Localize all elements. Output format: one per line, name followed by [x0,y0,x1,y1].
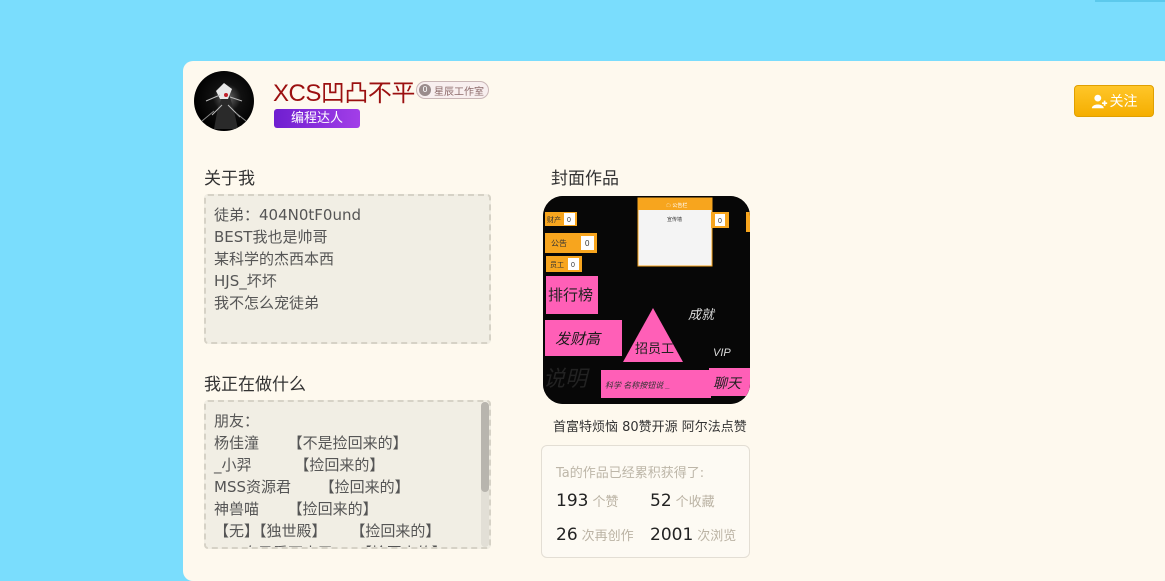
doing-title: 我正在做什么 [204,375,306,395]
studio-name: 星辰工作室 [434,86,484,98]
doing-scrollbar[interactable] [481,402,489,547]
cover-art: 财产 0 公告 0 员工 0 ☁ 公告栏 宣传墙 0 排行榜 发财高 招员工 成… [543,196,750,404]
username: XCS凹凸不平 [273,80,415,107]
stat-views-unit: 次浏览 [697,529,737,544]
stat-remixes: 26 次再创作 [556,525,634,545]
stat-favorites: 52 个收藏 [650,491,715,511]
tag-right-val: 0 [718,218,722,225]
bottom-note: 科学 名称按钮说 _ [605,381,670,390]
stat-likes-unit: 个赞 [592,495,619,510]
tag-money: 财产 [547,215,561,224]
chat-label: 聊天 [713,375,743,391]
explain-label: 说明 [543,366,590,391]
cover-work-thumbnail[interactable]: 财产 0 公告 0 员工 0 ☁ 公告栏 宣传墙 0 排行榜 发财高 招员工 成… [543,196,750,404]
about-title: 关于我 [204,169,255,189]
stat-likes-num: 193 [556,491,589,511]
avatar[interactable] [194,71,254,131]
studio-badge[interactable]: 0 星辰工作室 [416,81,489,99]
about-textbox[interactable]: 徒弟：404N0tF0und BEST我也是帅哥 某科学的杰西本西 HJS_坏坏… [204,194,491,344]
doing-scrollbar-thumb[interactable] [481,402,489,492]
vip-label: VIP [713,347,731,359]
stat-likes: 193 个赞 [556,491,618,511]
follow-button[interactable]: 关注 [1074,85,1154,117]
role-tag: 编程达人 [274,109,360,128]
stats-heading: Ta的作品已经累积获得了: [556,466,705,481]
top-bar-edge [1095,0,1165,2]
rank-label: 排行榜 [548,287,593,304]
stat-remixes-num: 26 [556,525,578,545]
tag-staff: 员工 [550,261,564,269]
avatar-image [201,83,247,129]
tag-notice: 公告 [551,238,567,248]
doing-textbox[interactable]: 朋友： 杨佳潼 【不是捡回来的】 _小羿 【捡回来的】 MSS资源君 【捡回来的… [204,400,491,549]
get-rich-label: 发财高 [555,331,602,348]
stat-views-num: 2001 [650,525,694,545]
panel-title: ☁ 公告栏 [666,202,687,209]
panel-text: 宣传墙 [667,216,682,223]
stat-favorites-num: 52 [650,491,672,511]
combat-label: 成就 [688,307,716,322]
tag-notice-val: 0 [585,239,590,248]
hire-label: 招员工 [635,341,674,356]
studio-level-badge: 0 [419,84,431,96]
follow-label: 关注 [1109,94,1138,110]
stats-card: Ta的作品已经累积获得了: 193 个赞 52 个收藏 26 次再创作 2001 次浏览 [541,445,750,558]
cover-work-title[interactable]: 首富特烦恼 80赞开源 阿尔法点赞 [553,416,747,435]
stat-favorites-unit: 个收藏 [675,495,715,510]
stat-views: 2001 次浏览 [650,525,736,545]
tag-money-val: 0 [567,217,571,224]
cover-title: 封面作品 [551,169,619,189]
tag-staff-val: 0 [571,262,575,269]
user-add-icon [1091,94,1107,108]
stat-remixes-unit: 次再创作 [581,529,634,544]
